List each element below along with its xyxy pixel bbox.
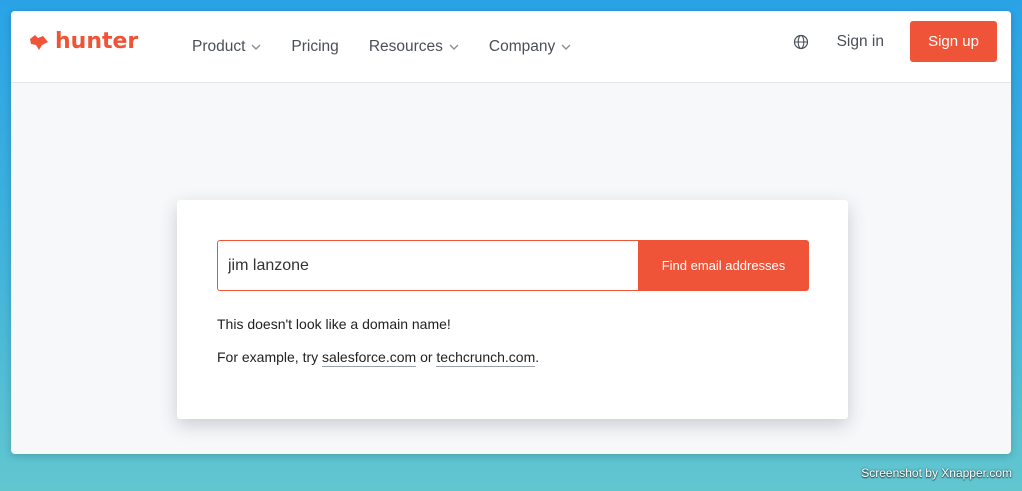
nav-item-company[interactable]: Company <box>489 38 571 56</box>
nav-item-product[interactable]: Product <box>192 38 261 56</box>
sign-up-button[interactable]: Sign up <box>910 21 997 62</box>
chevron-down-icon <box>251 44 261 50</box>
domain-search-input[interactable] <box>217 240 638 291</box>
hunter-logo[interactable]: hunter <box>29 29 138 54</box>
nav-item-label: Product <box>192 38 246 55</box>
nav-item-label: Pricing <box>291 38 339 55</box>
chevron-down-icon <box>561 44 571 50</box>
example-link-salesforce[interactable]: salesforce.com <box>322 349 417 367</box>
example-suffix: . <box>535 349 540 365</box>
nav-links: Product Pricing Resources Company <box>192 11 601 83</box>
example-link-techcrunch[interactable]: techcrunch.com <box>436 349 536 367</box>
nav-item-label: Resources <box>368 38 443 55</box>
search-form: Find email addresses <box>217 240 809 291</box>
top-navigation: hunter Product Pricing Resources Company <box>11 11 1011 83</box>
nav-actions: Sign in Sign up <box>793 21 997 62</box>
chevron-down-icon <box>449 44 459 50</box>
xnapper-watermark: Screenshot by Xnapper.com <box>861 466 1012 480</box>
error-message: This doesn't look like a domain name! <box>217 316 451 332</box>
nav-item-pricing[interactable]: Pricing <box>291 38 338 56</box>
fox-logo-icon <box>30 34 48 50</box>
brand-name: hunter <box>55 29 139 54</box>
example-between: or <box>416 349 437 365</box>
sign-in-link[interactable]: Sign in <box>837 33 884 51</box>
nav-item-resources[interactable]: Resources <box>369 38 459 56</box>
example-hint: For example, try salesforce.com or techc… <box>217 349 540 367</box>
example-prefix: For example, try <box>217 349 323 365</box>
browser-window: hunter Product Pricing Resources Company <box>11 11 1011 454</box>
nav-item-label: Company <box>488 38 556 55</box>
globe-icon[interactable] <box>793 34 809 50</box>
domain-search-card: Find email addresses This doesn't look l… <box>177 200 848 419</box>
find-email-addresses-button[interactable]: Find email addresses <box>638 240 809 291</box>
